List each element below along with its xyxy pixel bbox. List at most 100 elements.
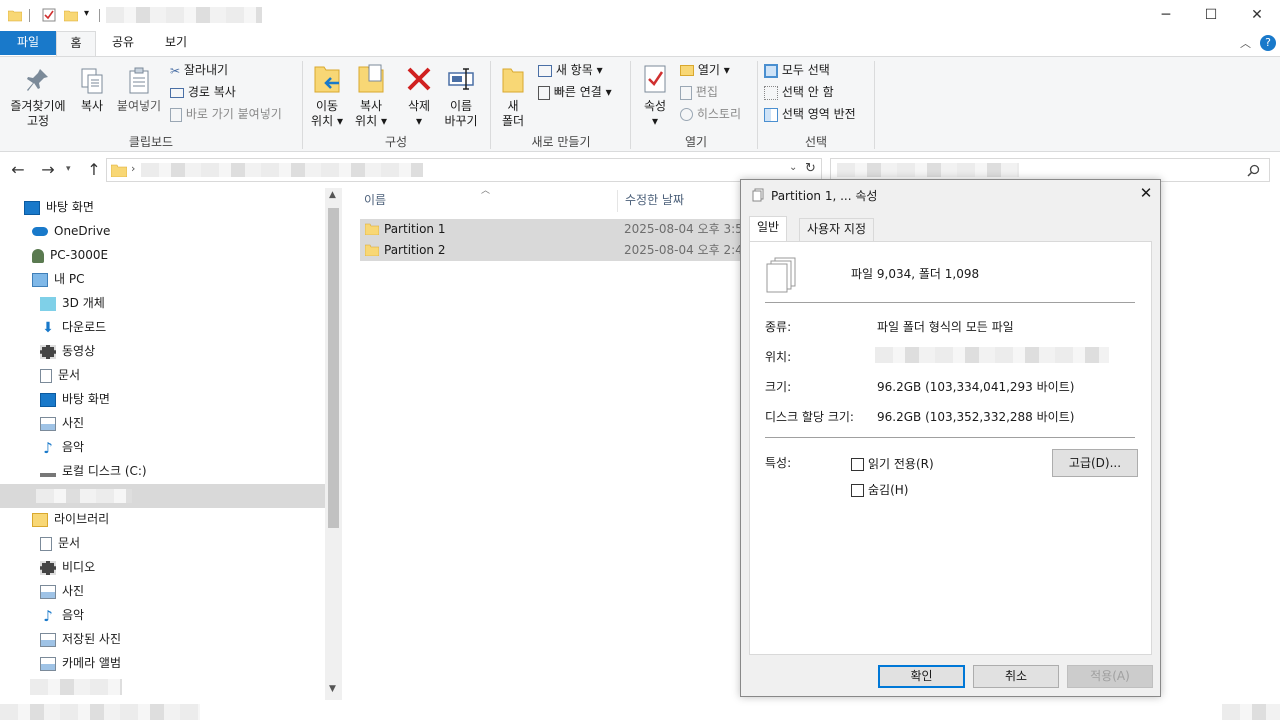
size-value: 96.2GB (103,334,041,293 바이트) [877,380,1075,394]
copy-to-label: 복사 [359,99,383,113]
new-group-label: 새로 만들기 [531,135,591,149]
delete-dropdown-icon: ▾ [415,114,423,128]
pin-quick-access-button[interactable]: 즐겨찾기에 고정 [4,67,72,129]
nav-label: 사진 [62,584,85,598]
advanced-button[interactable]: 고급(D)... [1052,449,1138,477]
ok-button[interactable]: 확인 [878,665,965,688]
file-row[interactable]: Partition 1 2025-08-04 오후 3:5 [360,219,746,240]
tab-customize[interactable]: 사용자 지정 [799,218,875,241]
cancel-button[interactable]: 취소 [973,665,1059,688]
nav-item-camera-roll[interactable]: 카메라 앨범 [40,651,121,675]
nav-item-lib-documents[interactable]: 문서 [40,531,80,555]
nav-item-local-disk[interactable]: 로컬 디스크 (C:) [40,459,147,483]
close-button[interactable]: ✕ [1234,0,1280,31]
edit-button[interactable]: 편집 [680,81,718,103]
nav-item-lib-music[interactable]: ♪ 음악 [40,603,84,627]
copy-button[interactable]: 복사 [74,67,110,114]
ribbon: 즐겨찾기에 고정 복사 붙여넣기 ✂ 잘라내기 경로 복사 바로 가기 붙여넣기… [0,56,1280,152]
nav-item-user[interactable]: PC-3000E [32,243,108,267]
title-bar: ▾ ─ ☐ ✕ [0,0,1280,31]
nav-item-libraries[interactable]: 라이브러리 [32,507,109,531]
edit-label: 편집 [695,85,718,99]
invert-selection-button[interactable]: 선택 영역 반전 [764,103,856,125]
paste-shortcut-button[interactable]: 바로 가기 붙여넣기 [170,103,282,125]
recent-locations-icon[interactable]: ▾ [66,164,71,174]
new-folder-button[interactable]: 새 폴더 [496,63,530,129]
divider [765,302,1135,303]
readonly-checkbox[interactable]: 읽기 전용(R) [851,455,934,472]
nav-item-this-pc[interactable]: 내 PC [32,267,84,291]
ribbon-separator [874,61,875,149]
nav-item-desktop-2[interactable]: 바탕 화면 [40,387,110,411]
tab-file[interactable]: 파일 [0,31,56,55]
move-to-button[interactable]: 이동 위치 ▾ [306,63,348,129]
easy-access-icon [538,85,550,100]
collapse-ribbon-icon[interactable]: ︿ [1240,35,1251,51]
scroll-up-icon[interactable]: ▲ [329,190,336,200]
film-icon [40,344,56,359]
tab-general[interactable]: 일반 [749,216,788,242]
rename-button[interactable]: 이름 바꾸기 [440,63,482,129]
pin-icon [27,69,48,91]
file-row[interactable]: Partition 2 2025-08-04 오후 2:4 [360,240,746,261]
nav-item-3d-objects[interactable]: 3D 개체 [40,291,105,315]
download-icon: ⬇ [42,319,54,336]
column-divider[interactable] [617,190,618,212]
open-folder-icon [680,65,694,76]
up-button[interactable]: ↑ [84,160,104,179]
nav-item-selected[interactable] [0,484,325,508]
pin-label: 즐겨찾기에 [10,99,66,113]
nav-item-documents[interactable]: 문서 [40,363,80,387]
nav-scrollbar[interactable]: ▲ ▼ [325,188,342,700]
hidden-checkbox[interactable]: 숨김(H) [851,481,908,498]
nav-item-downloads[interactable]: ⬇ 다운로드 [40,315,106,339]
customize-toolbar-button[interactable]: ▾ [84,8,89,19]
desktop-icon [40,392,56,407]
column-header-date[interactable]: 수정한 날짜 [625,188,684,212]
nav-label: 카메라 앨범 [62,656,122,670]
copy-path-button[interactable]: 경로 복사 [170,81,236,103]
tab-share[interactable]: 공유 [102,31,144,55]
select-none-button[interactable]: 선택 안 함 [764,81,834,103]
scroll-thumb[interactable] [328,208,339,528]
open-button[interactable]: 열기 ▾ [680,59,730,81]
delete-button[interactable]: 삭제 ▾ [400,63,438,129]
nav-item-lib-videos[interactable]: 비디오 [40,555,95,579]
nav-label: OneDrive [54,224,111,238]
cube-icon [40,296,56,311]
easy-access-label: 빠른 연결 [553,85,602,99]
new-folder-icon[interactable] [64,8,78,22]
select-all-button[interactable]: 모두 선택 [764,59,830,81]
properties-check-icon[interactable] [42,8,56,22]
address-dropdown-icon[interactable]: ⌄ [789,162,797,173]
nav-item-music[interactable]: ♪ 음악 [40,435,84,459]
nav-label: 사진 [62,416,85,430]
checkbox-box [851,484,864,497]
column-header-name[interactable]: 이름 [364,188,386,212]
tab-home[interactable]: 홈 [56,31,96,56]
easy-access-button[interactable]: 빠른 연결 ▾ [538,81,612,103]
forward-button[interactable]: → [38,160,58,179]
apply-button[interactable]: 적용(A) [1067,665,1153,688]
new-item-button[interactable]: 새 항목 ▾ [538,59,603,81]
nav-item-lib-pictures[interactable]: 사진 [40,579,84,603]
copy-to-button[interactable]: 복사 위치 ▾ [350,63,392,129]
paste-button[interactable]: 붙여넣기 [112,67,166,114]
history-button[interactable]: 히스토리 [680,103,741,125]
minimize-button[interactable]: ─ [1143,0,1189,31]
nav-item-pictures[interactable]: 사진 [40,411,84,435]
dialog-close-button[interactable]: ✕ [1131,184,1161,202]
nav-item-onedrive[interactable]: OneDrive [32,219,110,243]
nav-item-saved-pictures[interactable]: 저장된 사진 [40,627,121,651]
help-icon[interactable]: ? [1260,35,1276,51]
maximize-button[interactable]: ☐ [1188,0,1234,31]
address-bar[interactable]: › ⌄ ↻ [106,158,822,182]
tab-view[interactable]: 보기 [155,31,197,55]
properties-button[interactable]: 속성 ▾ [636,63,674,129]
nav-item-desktop[interactable]: 바탕 화면 [24,195,94,219]
cut-button[interactable]: ✂ 잘라내기 [170,59,228,81]
nav-item-videos[interactable]: 동영상 [40,339,95,363]
scroll-down-icon[interactable]: ▼ [329,684,336,694]
refresh-icon[interactable]: ↻ [805,161,816,176]
back-button[interactable]: ← [8,160,28,179]
